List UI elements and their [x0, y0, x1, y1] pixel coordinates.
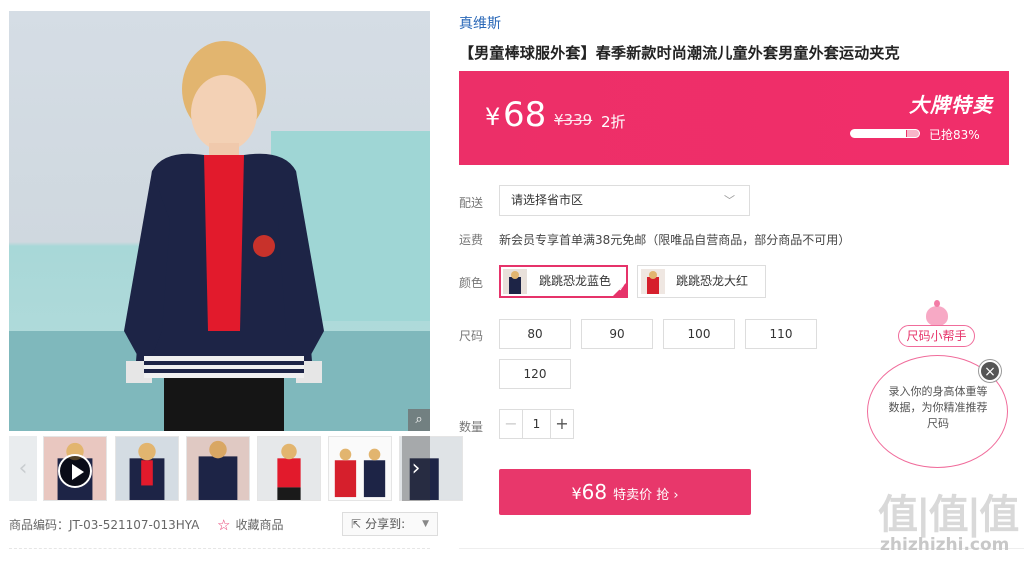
buy-price: 68 [581, 480, 608, 504]
color-option-red[interactable]: 跳跳恐龙大红 [637, 265, 766, 298]
buy-label: 特卖价 抢 › [613, 488, 679, 503]
thumbnail-3[interactable] [186, 436, 250, 501]
buy-currency: ¥ [571, 484, 582, 503]
discount-label: 2折 [601, 113, 626, 131]
thumb-next-chevron-icon[interactable]: › [402, 436, 430, 501]
thumbnail-video[interactable] [43, 436, 107, 501]
divider [9, 548, 430, 549]
quantity-label: 数量 [459, 420, 484, 434]
shipping-note: 新会员专享首单满38元免邮（限唯品自营商品，部分商品不可用） [499, 233, 851, 247]
watermark-logo: 值|值|值 [878, 492, 1019, 538]
zoom-icon[interactable]: ⌕ [408, 409, 430, 431]
sold-percent-label: 已抢83% [929, 128, 980, 142]
size-option[interactable]: 110 [745, 319, 817, 349]
sku-code: 商品编码：JT-03-521107-013HYA [9, 518, 200, 532]
watermark-url: zhizhizhi.com [880, 535, 1010, 555]
color-label: 颜色 [459, 276, 484, 290]
color-swatch-image [641, 269, 665, 294]
product-title: 【男童棒球服外套】春季新款时尚潮流儿童外套男童外套运动夹克 [459, 44, 900, 62]
selected-check-icon [612, 282, 627, 297]
size-option[interactable]: 100 [663, 319, 735, 349]
close-icon[interactable]: × [979, 360, 1001, 382]
quantity-minus-button[interactable]: − [500, 410, 523, 438]
size-option[interactable]: 90 [581, 319, 653, 349]
main-product-image[interactable]: ⌕ [9, 11, 430, 431]
mascot-icon [926, 300, 948, 326]
delivery-region-select[interactable]: 请选择省市区 ﹀ [499, 185, 750, 216]
quantity-input[interactable]: 1 [523, 410, 550, 438]
share-button[interactable]: ⇱ 分享到: ▼ [342, 512, 438, 536]
price-panel: ¥ 68 ¥339 2折 大牌特卖 已抢83% [459, 71, 1009, 165]
original-price: ¥339 [554, 111, 593, 129]
thumbnail-2[interactable] [115, 436, 179, 501]
size-option[interactable]: 120 [499, 359, 571, 389]
color-option-label: 跳跳恐龙大红 [676, 274, 749, 288]
thumbnail-strip: ‹ › [9, 436, 463, 501]
share-icon: ⇱ [351, 517, 362, 531]
promo-title: 大牌特卖 [909, 93, 993, 117]
sale-price: 68 [503, 95, 547, 135]
favorite-button[interactable]: ☆ 收藏商品 [217, 516, 283, 534]
favorite-label: 收藏商品 [235, 518, 284, 532]
color-option-label: 跳跳恐龙蓝色 [539, 274, 612, 288]
size-helper-tag[interactable]: 尺码小帮手 [898, 325, 975, 347]
play-icon[interactable] [58, 454, 92, 488]
product-meta-row: 商品编码：JT-03-521107-013HYA ☆ 收藏商品 ⇱ 分享到: ▼ [9, 512, 438, 536]
chevron-down-icon: ▼ [422, 519, 429, 529]
share-label: 分享到: [365, 517, 406, 531]
size-option[interactable]: 80 [499, 319, 571, 349]
shipping-label: 运费 [459, 233, 484, 247]
currency-symbol: ¥ [485, 103, 501, 131]
sold-progress-fill [851, 130, 908, 137]
quantity-plus-button[interactable]: + [550, 410, 573, 438]
color-option-blue[interactable]: 跳跳恐龙蓝色 [499, 265, 628, 298]
sold-progress-track [907, 130, 919, 137]
star-icon: ☆ [217, 516, 231, 534]
delivery-placeholder: 请选择省市区 [511, 193, 584, 207]
sold-progress-bar [850, 129, 920, 138]
quantity-stepper: − 1 + [499, 409, 574, 439]
chevron-down-icon: ﹀ [724, 194, 735, 207]
buy-button[interactable]: ¥68 特卖价 抢 › [499, 469, 751, 515]
product-photo-kid [124, 41, 324, 431]
thumb-prev-chevron-icon[interactable]: ‹ [9, 436, 37, 501]
brand-link[interactable]: 真维斯 [459, 13, 501, 33]
delivery-label: 配送 [459, 196, 484, 210]
size-label: 尺码 [459, 329, 484, 343]
thumbnail-4[interactable] [257, 436, 321, 501]
color-swatch-image [503, 269, 527, 294]
thumbnail-5[interactable] [328, 436, 392, 501]
size-helper-text: 录入你的身高体重等数据，为你精准推荐尺码 [888, 385, 988, 430]
